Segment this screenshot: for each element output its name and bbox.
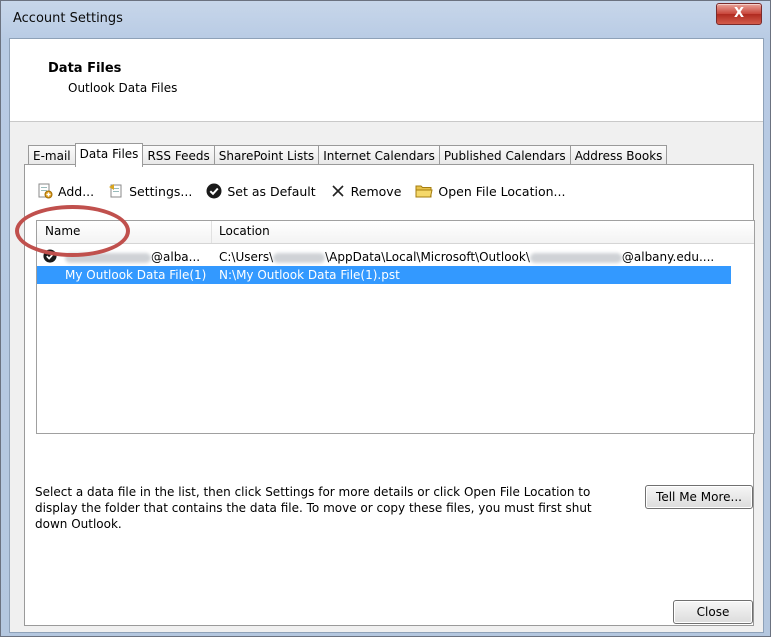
remove-x-icon xyxy=(332,185,344,197)
header-subtitle: Outlook Data Files xyxy=(68,81,178,95)
settings-button-label: Settings... xyxy=(129,183,193,199)
redacted-text xyxy=(273,252,326,263)
data-files-list[interactable]: Name Location @alba... C:\Users\ \AppData… xyxy=(36,220,755,434)
list-row-default-file[interactable]: @alba... C:\Users\ \AppData\Local\Microso… xyxy=(37,248,731,266)
remove-button[interactable]: Remove xyxy=(330,183,402,199)
settings-button[interactable]: Settings... xyxy=(108,183,192,199)
tab-sharepoint-lists[interactable]: SharePoint Lists xyxy=(213,145,320,166)
column-header-location[interactable]: Location xyxy=(219,224,270,238)
folder-icon xyxy=(415,185,434,198)
row-name-suffix: @alba... xyxy=(151,250,201,264)
open-file-location-button[interactable]: Open File Location... xyxy=(415,183,565,199)
toolbar: Add... Settings... Set as Default Remove… xyxy=(37,179,579,203)
dialog-window: Account Settings X Data Files Outlook Da… xyxy=(0,0,771,637)
row-name-cell: My Outlook Data File(1) xyxy=(65,268,207,282)
row-location-mid: \AppData\Local\Microsoft\Outlook\ xyxy=(325,250,530,264)
window-close-button[interactable]: X xyxy=(716,3,762,25)
set-as-default-button[interactable]: Set as Default xyxy=(206,183,316,199)
add-button[interactable]: Add... xyxy=(37,183,94,199)
row-location-suffix: @albany.edu.... xyxy=(621,250,715,264)
add-file-icon xyxy=(38,183,53,199)
tab-internet-calendars[interactable]: Internet Calendars xyxy=(318,145,440,166)
set-as-default-label: Set as Default xyxy=(227,183,316,199)
header-title: Data Files xyxy=(48,61,122,76)
redacted-text xyxy=(529,252,622,263)
help-text: Select a data file in the list, then cli… xyxy=(35,485,592,531)
open-file-location-label: Open File Location... xyxy=(438,183,566,199)
column-divider xyxy=(211,221,212,243)
remove-button-label: Remove xyxy=(350,183,402,199)
title-bar[interactable]: Account Settings X xyxy=(1,1,771,37)
tab-published-calendars[interactable]: Published Calendars xyxy=(438,145,571,166)
checkmark-circle-icon xyxy=(206,183,222,199)
list-row-selected-file[interactable]: My Outlook Data File(1) N:\My Outlook Da… xyxy=(37,266,731,284)
tell-me-more-button[interactable]: Tell Me More... xyxy=(645,485,753,509)
row-location-cell: C:\Users\ \AppData\Local\Microsoft\Outloo… xyxy=(219,248,714,266)
list-header: Name Location xyxy=(37,221,754,244)
highlight-oval xyxy=(15,205,130,257)
tab-address-books[interactable]: Address Books xyxy=(569,145,668,166)
dialog-header: Data Files Outlook Data Files xyxy=(10,39,763,122)
settings-file-icon xyxy=(109,184,122,198)
row-location-cell: N:\My Outlook Data File(1).pst xyxy=(219,268,400,282)
tab-strip: E-mail Data Files RSS Feeds SharePoint L… xyxy=(28,143,668,167)
add-button-label: Add... xyxy=(58,183,95,199)
tab-data-files[interactable]: Data Files xyxy=(74,143,144,167)
dialog-client-area: Data Files Outlook Data Files E-mail Dat… xyxy=(9,38,764,633)
window-title: Account Settings xyxy=(13,11,123,26)
close-button[interactable]: Close xyxy=(673,600,753,624)
data-files-panel: Add... Settings... Set as Default Remove… xyxy=(24,164,755,626)
row-location-prefix: C:\Users\ xyxy=(219,250,274,264)
tab-rss-feeds[interactable]: RSS Feeds xyxy=(142,145,215,166)
tab-email[interactable]: E-mail xyxy=(28,145,76,166)
